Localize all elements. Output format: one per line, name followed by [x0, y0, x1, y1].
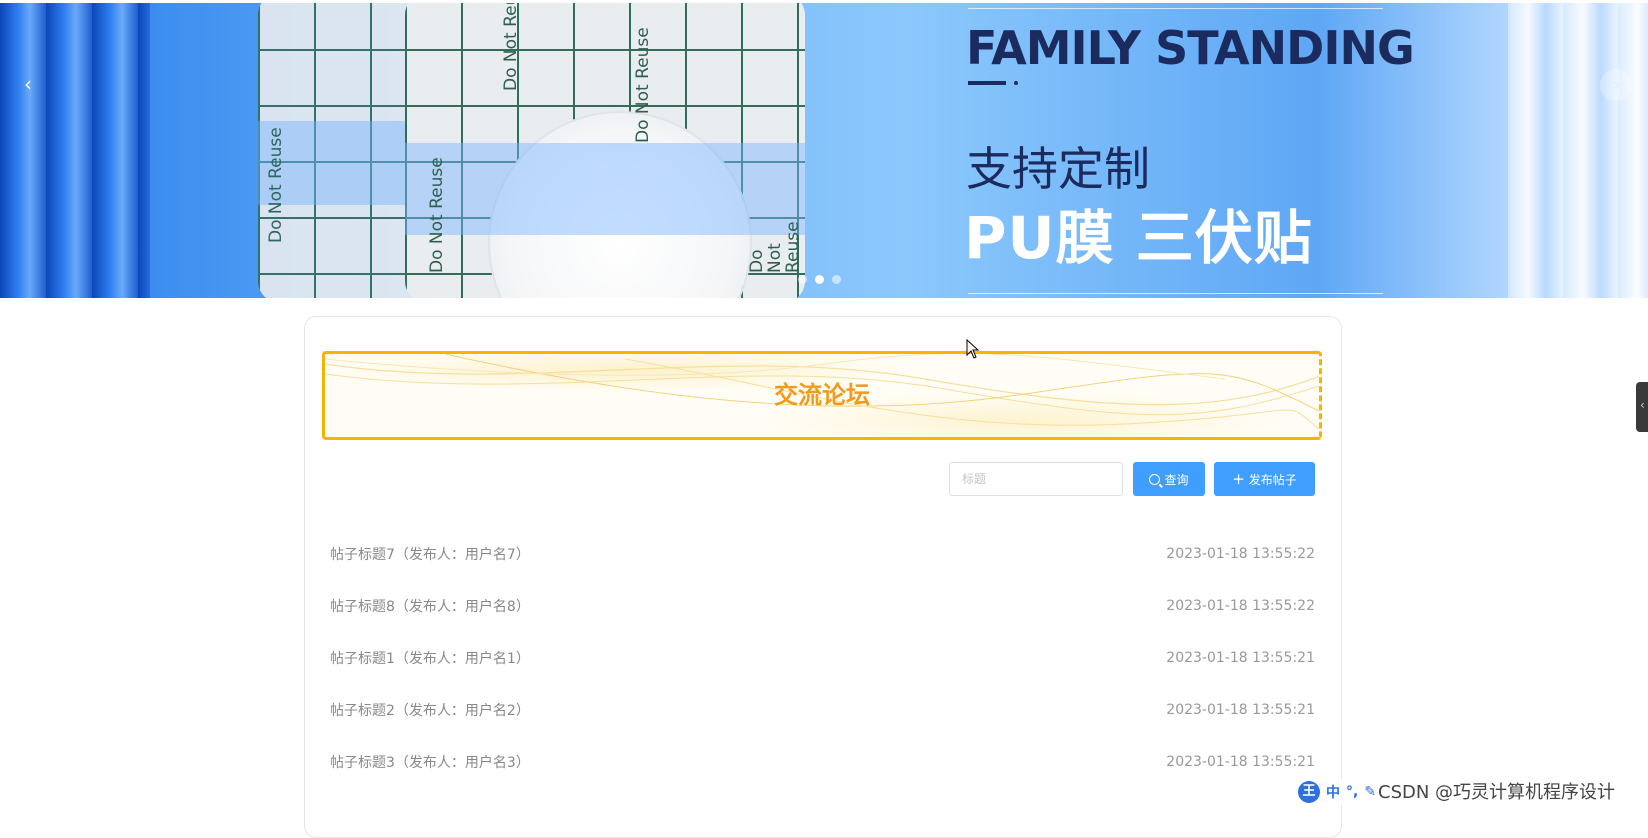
post-date: 2023-01-18 13:55:21 [1166, 702, 1315, 718]
banner-subline: 支持定制 [966, 142, 1150, 196]
forum-title: 交流论坛 [774, 381, 870, 409]
post-date: 2023-01-18 13:55:22 [1166, 546, 1315, 562]
post-row[interactable]: 帖子标题3（发布人：用户名3） 2023-01-18 13:55:21 [330, 736, 1315, 788]
banner-divider-bottom [968, 293, 1383, 294]
mouse-cursor-icon [966, 339, 980, 359]
publish-post-button[interactable]: + 发布帖子 [1214, 462, 1315, 496]
carousel-dot[interactable] [798, 275, 807, 284]
post-row[interactable]: 帖子标题8（发布人：用户名8） 2023-01-18 13:55:22 [330, 580, 1315, 632]
ime-logo-icon[interactable]: 王 [1298, 781, 1320, 803]
carousel-indicators [798, 275, 841, 284]
banner-patch-front: Do Not Reuse Do Not Reuse Do Not Reuse D… [405, 3, 805, 298]
patch-stamp: Do Not Reuse [427, 157, 447, 273]
banner-drape-right [1508, 3, 1648, 298]
post-date: 2023-01-18 13:55:21 [1166, 650, 1315, 666]
patch-stamp: Do Not Reuse [266, 127, 286, 243]
search-button-label: 查询 [1164, 472, 1189, 487]
banner-bigline: PU膜 三伏贴 [964, 204, 1313, 272]
patch-film [405, 143, 805, 235]
banner-divider-top [968, 8, 1383, 9]
ime-punct-toggle[interactable]: °, [1346, 784, 1358, 800]
post-row[interactable]: 帖子标题2（发布人：用户名2） 2023-01-18 13:55:21 [330, 684, 1315, 736]
side-toggle-tab[interactable]: ‹ [1636, 382, 1648, 432]
publish-button-label: 发布帖子 [1248, 472, 1297, 487]
chevron-left-icon: ‹ [1640, 398, 1645, 412]
ime-lang-toggle[interactable]: 中 [1326, 782, 1340, 802]
post-title[interactable]: 帖子标题7（发布人：用户名7） [330, 544, 530, 564]
carousel-dot[interactable] [832, 275, 841, 284]
search-icon [1149, 473, 1161, 485]
post-title[interactable]: 帖子标题2（发布人：用户名2） [330, 700, 530, 720]
patch-stamp: Do Not Reuse [633, 27, 653, 143]
search-button[interactable]: 查询 [1133, 462, 1205, 496]
pen-icon[interactable]: ✎ [1364, 784, 1376, 800]
post-title[interactable]: 帖子标题8（发布人：用户名8） [330, 596, 530, 616]
post-date: 2023-01-18 13:55:21 [1166, 754, 1315, 770]
post-title[interactable]: 帖子标题1（发布人：用户名1） [330, 648, 530, 668]
patch-stamp: Do Not Reuse [747, 221, 803, 273]
post-row[interactable]: 帖子标题7（发布人：用户名7） 2023-01-18 13:55:22 [330, 528, 1315, 580]
patch-stamp: Do Not Reuse [501, 3, 521, 91]
carousel-dot[interactable] [815, 275, 824, 284]
headline-accent-bar [968, 81, 1006, 85]
post-list: 帖子标题7（发布人：用户名7） 2023-01-18 13:55:22 帖子标题… [330, 528, 1315, 788]
plus-icon: + [1232, 469, 1245, 488]
banner-headline: FAMILY STANDING [966, 21, 1415, 75]
headline-accent-dot [1014, 81, 1018, 85]
banner-carousel: Do Not Reuse Do Not Reuse Do Not Reuse D… [0, 3, 1648, 298]
carousel-prev-arrow-icon[interactable]: ‹ [12, 69, 44, 101]
post-title[interactable]: 帖子标题3（发布人：用户名3） [330, 752, 530, 772]
banner-drape-left [0, 3, 150, 298]
post-date: 2023-01-18 13:55:22 [1166, 598, 1315, 614]
post-row[interactable]: 帖子标题1（发布人：用户名1） 2023-01-18 13:55:21 [330, 632, 1315, 684]
carousel-next-arrow-icon[interactable]: › [1600, 69, 1632, 101]
title-search-input[interactable] [949, 462, 1123, 496]
csdn-watermark: CSDN @巧灵计算机程序设计 [1378, 782, 1616, 803]
forum-title-banner: 交流论坛 [322, 351, 1322, 440]
